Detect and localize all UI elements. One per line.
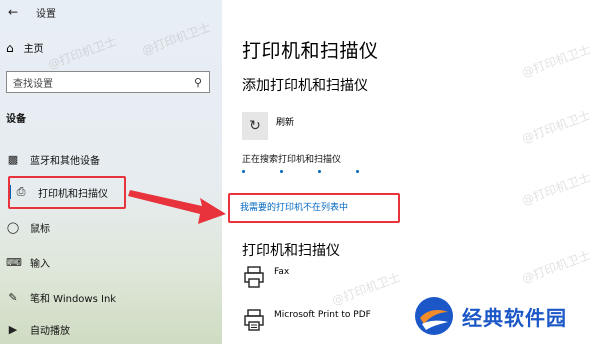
bluetooth-devices-icon: ▩ [7,152,19,166]
searching-status: 正在搜索打印机和扫描仪 [242,155,342,165]
search-icon[interactable]: ⚲ [187,76,209,89]
progress-dot [242,170,245,173]
pdf-printer-icon [244,309,264,331]
add-section-heading: 添加打印机和扫描仪 [242,78,368,94]
sidebar-item-label: 鼠标 [30,223,50,235]
sidebar-item-label: 自动播放 [30,325,70,337]
page-title: 打印机和扫描仪 [242,40,379,62]
fax-printer-icon [244,266,264,288]
settings-sidebar: ← 设置 ⌂ 主页 查找设置 ⚲ 设备 ▩ 蓝牙和其他设备 ⎙ 打印机和扫描仪 … [0,0,222,344]
progress-dot [280,170,283,173]
section-heading-devices: 设备 [6,114,26,125]
sidebar-item-mouse[interactable]: ◯ 鼠标 [6,218,50,236]
site-logo: 经典软件园 [414,296,567,336]
highlight-box-printers [8,176,126,209]
refresh-icon: ↻ [249,118,261,134]
home-icon: ⌂ [6,40,14,55]
search-placeholder: 查找设置 [13,78,53,90]
logo-text: 经典软件园 [462,305,567,330]
sidebar-item-home[interactable]: ⌂ 主页 [6,40,44,56]
sidebar-item-label: 输入 [30,258,50,270]
mouse-icon: ◯ [6,220,20,234]
home-label: 主页 [23,44,44,55]
progress-dots [242,170,392,176]
sidebar-item-pen[interactable]: ✎ 笔和 Windows Ink [6,288,116,306]
progress-dot [356,170,359,173]
keyboard-icon: ⌨ [6,255,22,269]
progress-dot [318,170,321,173]
sidebar-item-input[interactable]: ⌨ 输入 [6,253,50,271]
refresh-label[interactable]: 刷新 [276,115,294,128]
logo-mark-icon [415,297,453,335]
printer-not-listed-link[interactable]: 我需要的打印机不在列表中 [240,200,348,213]
window-title: 设置 [36,9,56,20]
search-input[interactable]: 查找设置 ⚲ [6,71,210,93]
sidebar-item-autoplay[interactable]: ▶ 自动播放 [6,320,70,338]
sidebar-item-label: 笔和 Windows Ink [30,293,117,305]
sidebar-item-label: 蓝牙和其他设备 [30,155,100,167]
main-content: 打印机和扫描仪 添加打印机和扫描仪 ↻ 刷新 正在搜索打印机和扫描仪 我需要的打… [222,0,600,344]
printer-name: Fax [274,267,290,277]
autoplay-icon: ▶ [8,322,18,336]
back-arrow-icon[interactable]: ← [8,5,18,19]
pen-icon: ✎ [8,290,18,304]
annotation-arrow-icon [128,190,226,224]
refresh-button[interactable]: ↻ [242,112,268,140]
printer-name: Microsoft Print to PDF [274,310,371,320]
printers-list-heading: 打印机和扫描仪 [242,243,340,259]
printer-item-fax[interactable]: Fax [242,265,289,289]
sidebar-item-bluetooth[interactable]: ▩ 蓝牙和其他设备 [6,150,100,168]
printer-item-pdf[interactable]: Microsoft Print to PDF [242,308,371,332]
